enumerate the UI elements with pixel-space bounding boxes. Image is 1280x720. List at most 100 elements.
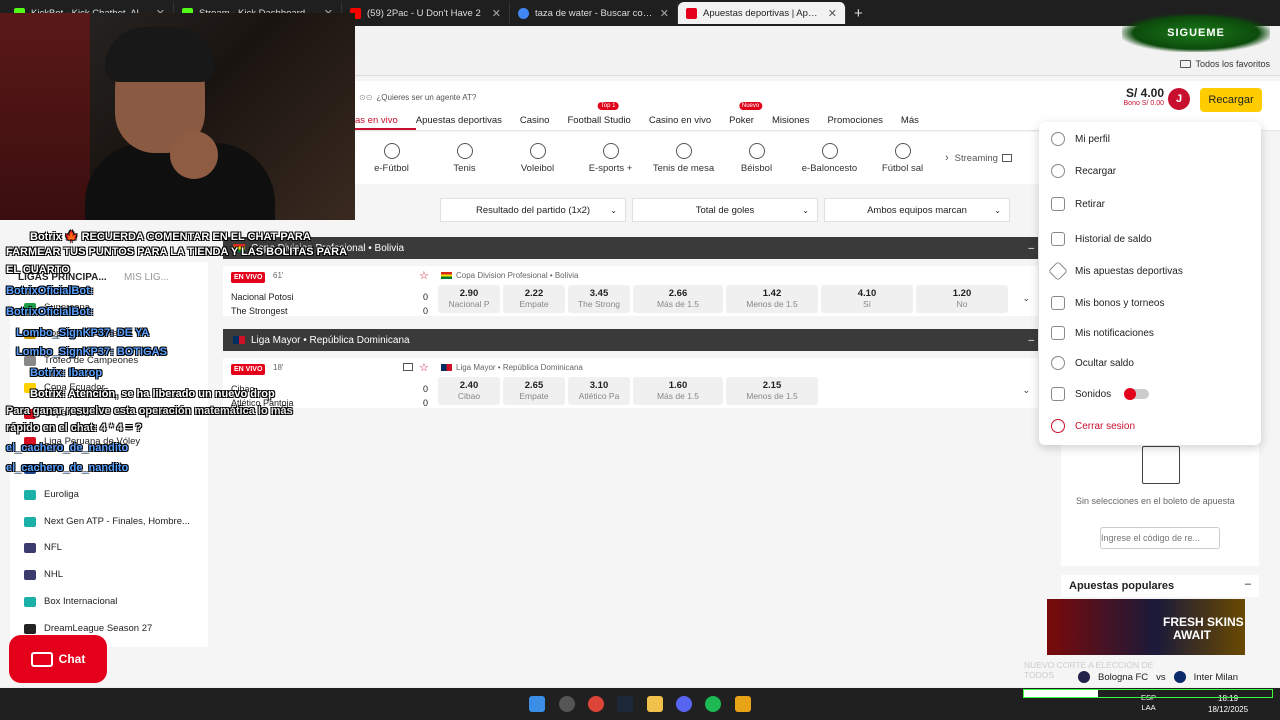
betslip-panel: Sin selecciones en el boleto de apuesta [1061, 440, 1259, 566]
filter-both-teams-score[interactable]: Ambos equipos marcan ⌄ [824, 198, 1010, 222]
tennis-icon [456, 142, 473, 159]
event-row[interactable]: EN VIVO 61' ☆ Copa Division Profesional … [223, 266, 1038, 316]
chevron-down-icon: ⌄ [802, 205, 809, 215]
new-tab-button[interactable]: + [854, 5, 863, 22]
all-bookmarks-folder[interactable]: Todos los favoritos [1180, 59, 1270, 69]
menu-logout[interactable]: Cerrar sesion [1051, 419, 1135, 433]
menu-my-bets[interactable]: Mis apuestas deportivas [1048, 261, 1183, 281]
sidebar-item-atp[interactable]: Next Gen ATP - Finales, Hombre... [24, 516, 190, 527]
menu-sounds[interactable]: Sonidos [1051, 387, 1150, 401]
sidebar-item-box[interactable]: Box Internacional [24, 596, 117, 607]
filter-match-result[interactable]: Resultado del partido (1x2) ⌄ [440, 198, 626, 222]
odd-button[interactable]: 2.66 Más de 1.5 [633, 285, 723, 313]
filter-total-goals[interactable]: Total de goles ⌄ [632, 198, 818, 222]
sport-table-tennis[interactable]: Tenis de mesa [647, 142, 720, 174]
odd-button[interactable]: 2.22 Empate [503, 285, 565, 313]
favorite-star-icon[interactable]: ☆ [419, 269, 429, 282]
league-header[interactable]: Liga Mayor • República Dominicana – [223, 329, 1038, 351]
chat-button[interactable]: Chat [9, 635, 107, 683]
menu-hide-balance[interactable]: Ocultar saldo [1051, 356, 1134, 370]
chrome-icon[interactable] [588, 696, 604, 712]
nav-sports-bets[interactable]: Apuestas deportivas [416, 115, 520, 130]
favorite-star-icon[interactable]: ☆ [419, 361, 429, 374]
odd-button[interactable]: 1.20 No [916, 285, 1008, 313]
avatar[interactable]: J [1168, 88, 1190, 110]
app-icon[interactable] [735, 696, 751, 712]
sidebar-item-euroliga[interactable]: Euroliga [24, 489, 79, 500]
sport-volleyball[interactable]: Voleibol [501, 142, 574, 174]
balance-display[interactable]: S/ 4.00 Bono S/ 0.00 [1124, 86, 1164, 107]
nav-more[interactable]: Más [901, 115, 937, 130]
event-row[interactable]: EN VIVO 18' ☆ Liga Mayor • República Dom… [223, 358, 1038, 408]
menu-bonuses[interactable]: Mis bonos y torneos [1051, 296, 1165, 310]
odd-button[interactable]: 3.45 The Strong [568, 285, 630, 313]
menu-withdraw[interactable]: Retirar [1051, 197, 1105, 211]
sport-tennis[interactable]: Tenis [428, 142, 501, 174]
user-icon [1051, 132, 1065, 146]
chat-line: el_cachero_de_nandito [6, 462, 129, 474]
chevron-down-icon: ⌄ [610, 205, 617, 215]
sounds-toggle[interactable] [1124, 388, 1150, 400]
sidebar-item-dreamleague[interactable]: DreamLeague Season 27 [24, 623, 152, 634]
my-leagues-tab[interactable]: MIS LIG... [124, 272, 169, 283]
close-icon[interactable]: ✕ [660, 7, 669, 20]
nav-live-bets[interactable]: as en vivo [355, 115, 416, 130]
steam-icon[interactable] [617, 696, 633, 712]
chevron-down-icon[interactable]: ⌄ [1022, 293, 1030, 304]
menu-my-profile[interactable]: Mi perfil [1051, 132, 1110, 146]
ticket-icon [1048, 261, 1068, 281]
collapse-icon[interactable]: – [1245, 578, 1251, 590]
windows-start-icon[interactable] [529, 696, 545, 712]
app-icon[interactable] [559, 696, 575, 712]
popular-bets-header[interactable]: Apuestas populares – [1061, 575, 1259, 597]
flag-icon [441, 272, 452, 279]
eye-off-icon [1051, 356, 1065, 370]
collapse-icon[interactable]: – [1028, 335, 1034, 346]
sidebar-item-nhl[interactable]: NHL [24, 569, 63, 580]
browser-tab-active[interactable]: Apuestas deportivas | Apuestas✕ [678, 2, 846, 24]
nav-football-studio[interactable]: Top 1 Football Studio [567, 102, 648, 130]
chevron-right-icon[interactable]: › [945, 152, 949, 164]
close-icon[interactable]: ✕ [828, 7, 837, 20]
fresh-skins-banner[interactable]: FRESH SKINS AWAIT [1047, 599, 1245, 655]
flag-icon [233, 336, 245, 344]
sport-futsal[interactable]: Fútbol sal [866, 142, 939, 174]
menu-recharge[interactable]: Recargar [1051, 164, 1116, 178]
collapse-icon[interactable]: – [1028, 243, 1034, 254]
sport-baseball[interactable]: Béisbol [720, 142, 793, 174]
nav-poker[interactable]: Nuevo Poker [729, 102, 772, 130]
streaming-toggle[interactable]: Streaming [955, 153, 1012, 164]
recharge-button[interactable]: Recargar [1200, 88, 1262, 112]
chevron-down-icon[interactable]: ⌄ [1022, 385, 1030, 396]
match-minute: 61' [273, 271, 284, 280]
league-icon [24, 489, 36, 500]
nav-missions[interactable]: Misiones [772, 115, 828, 130]
menu-balance-history[interactable]: Historial de saldo [1051, 232, 1152, 246]
menu-notifications[interactable]: Mis notificaciones [1051, 326, 1154, 340]
agent-promo[interactable]: ⊙⊙ ¿Quieres ser un agente AT? [359, 93, 476, 102]
odd-button[interactable]: 1.42 Menos de 1.5 [726, 285, 818, 313]
odd-button[interactable]: 2.15 Menos de 1.5 [726, 377, 818, 405]
odd-button[interactable]: 2.90 Nacional P [438, 285, 500, 313]
close-icon[interactable]: ✕ [492, 7, 501, 20]
file-explorer-icon[interactable] [647, 696, 663, 712]
odd-button[interactable]: 2.65 Empate [503, 377, 565, 405]
browser-tab[interactable]: taza de water - Buscar con Goo✕ [510, 2, 678, 24]
sidebar-item-nfl[interactable]: NFL [24, 542, 62, 553]
odd-button[interactable]: 3.10 Atlético Pa [568, 377, 630, 405]
odd-button[interactable]: 1.60 Más de 1.5 [633, 377, 723, 405]
sport-esports[interactable]: E-sports + [574, 142, 647, 174]
sport-ebasketball[interactable]: e-Baloncesto [793, 142, 866, 174]
sport-efootball[interactable]: e-Fútbol [355, 142, 428, 174]
nav-casino[interactable]: Casino [520, 115, 568, 130]
bet-code-input[interactable] [1100, 527, 1220, 549]
odd-button[interactable]: 2.40 Cibao [438, 377, 500, 405]
spotify-icon[interactable] [705, 696, 721, 712]
nav-promotions[interactable]: Promociones [827, 115, 900, 130]
nav-live-casino[interactable]: Casino en vivo [649, 115, 729, 130]
browser-tab[interactable]: (59) 2Pac - U Don't Have 2 ✕ [342, 2, 510, 24]
odd-button[interactable]: 4.10 Sí [821, 285, 913, 313]
recharge-icon [1051, 164, 1065, 178]
discord-icon[interactable] [676, 696, 692, 712]
progress-fill [1024, 690, 1099, 697]
